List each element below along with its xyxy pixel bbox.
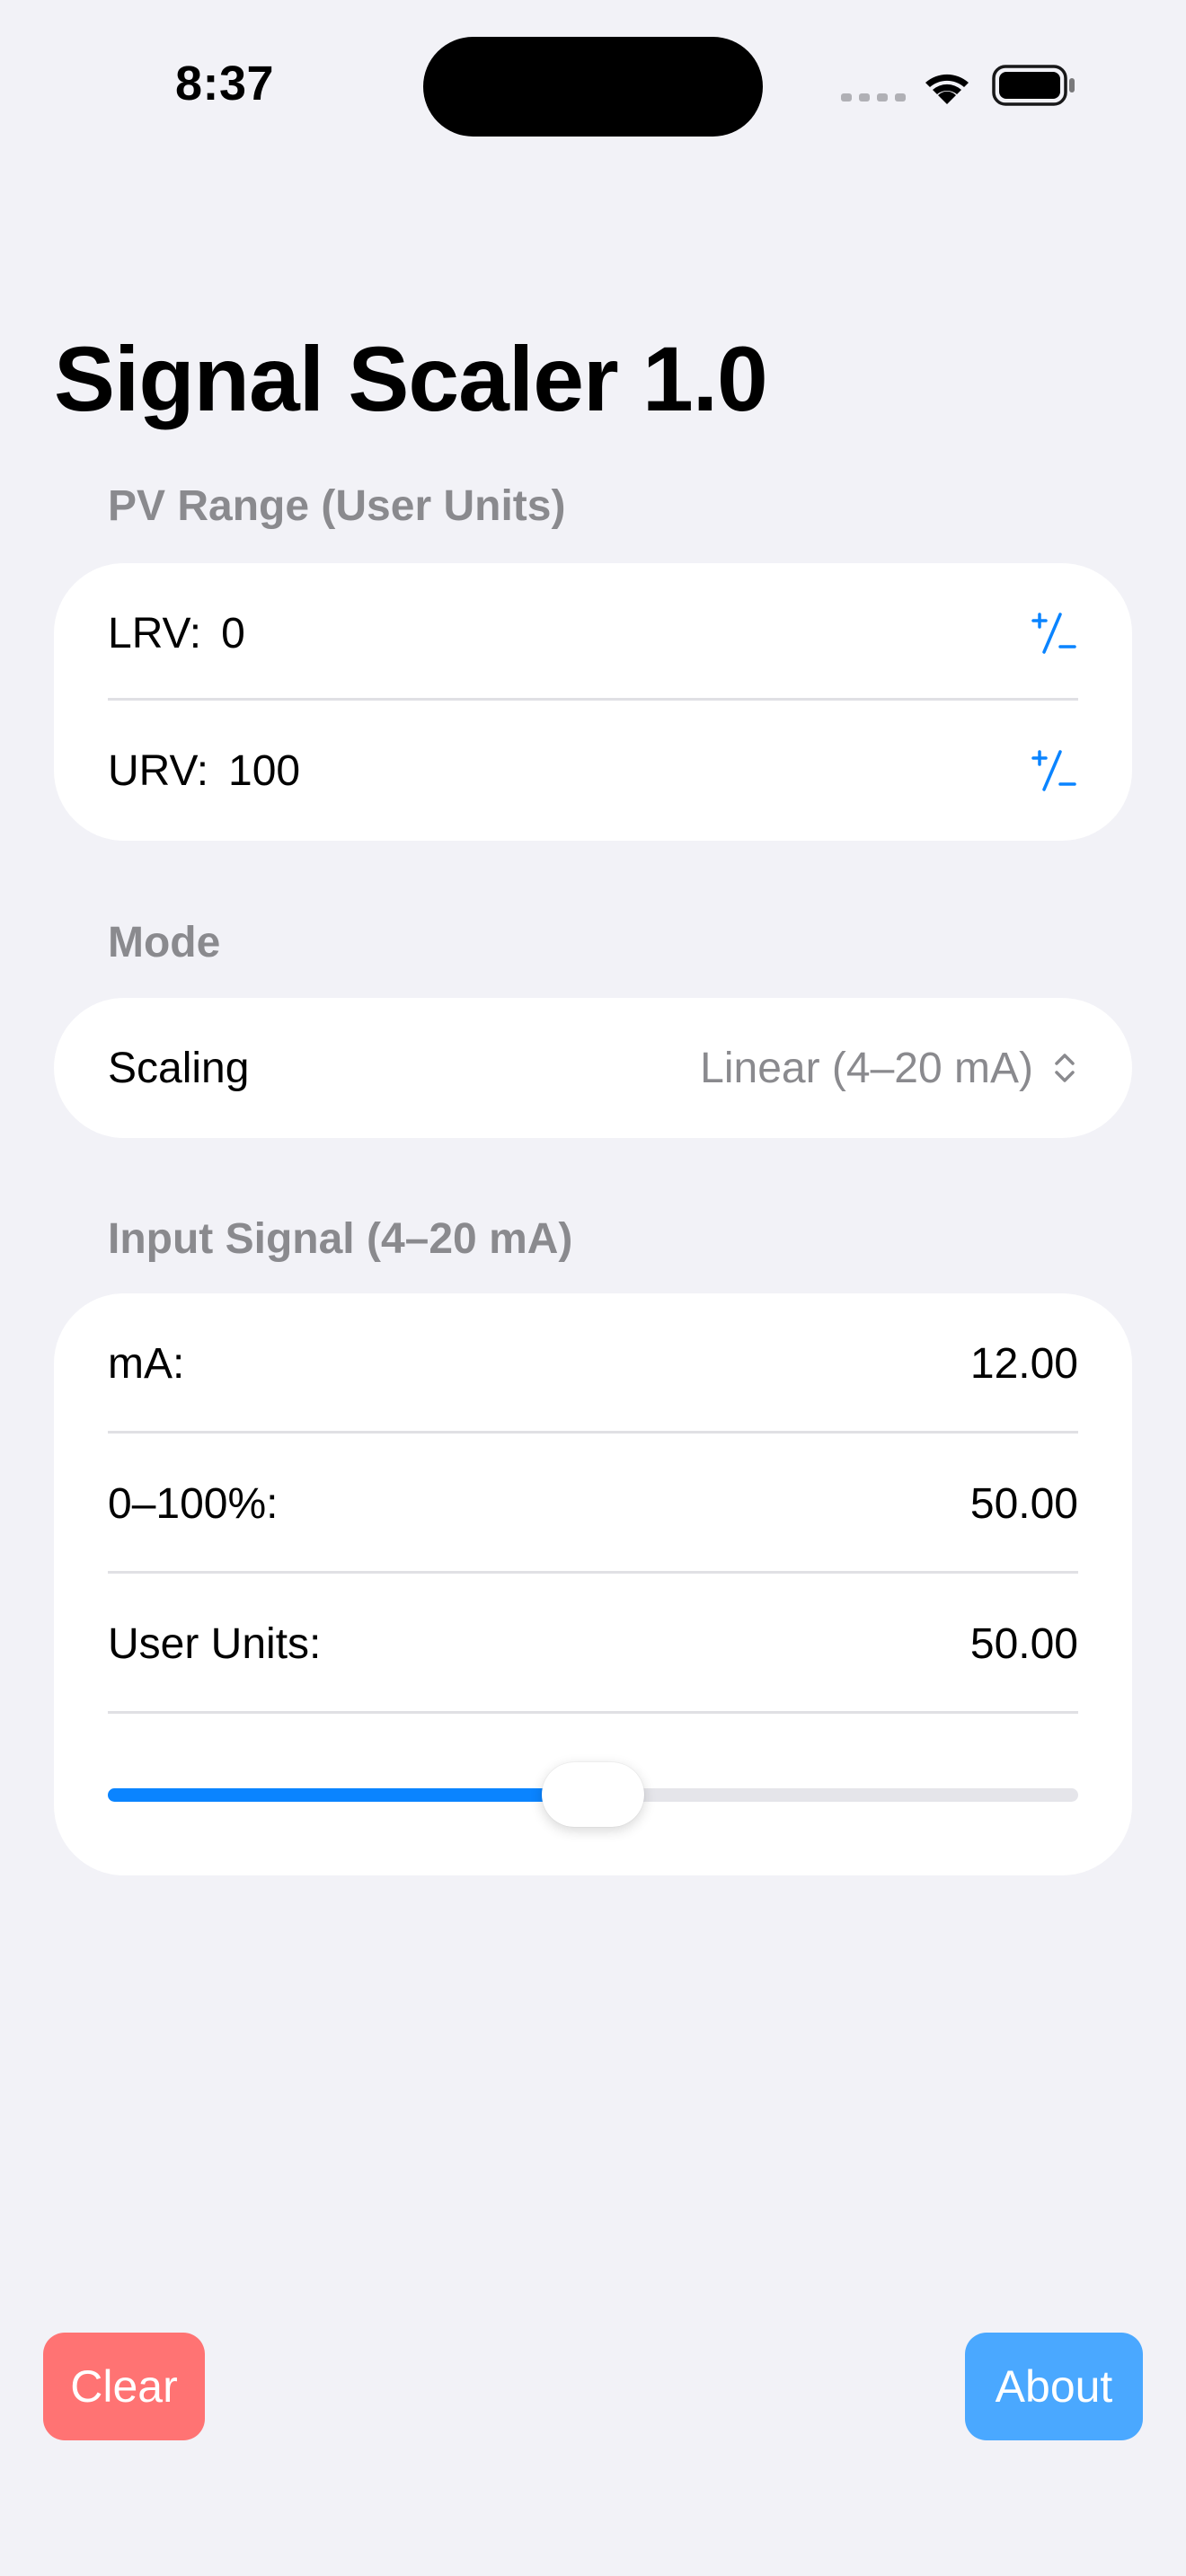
plus-minus-icon[interactable] — [1030, 609, 1078, 657]
lrv-label: LRV: — [108, 609, 202, 657]
user-units-row: User Units: 50.00 — [108, 1574, 1078, 1714]
percent-label: 0–100%: — [108, 1479, 279, 1528]
urv-input[interactable]: 100 — [228, 746, 300, 796]
lrv-row[interactable]: LRV: 0 — [108, 563, 1078, 703]
dynamic-island — [423, 37, 763, 137]
chevron-updown-icon — [1055, 1054, 1075, 1082]
slider-fill — [108, 1788, 593, 1802]
urv-label: URV: — [108, 746, 209, 795]
about-button[interactable]: About — [965, 2333, 1143, 2440]
status-icons — [839, 63, 1082, 111]
user-units-value: 50.00 — [969, 1619, 1078, 1668]
signal-slider[interactable] — [108, 1753, 1078, 1834]
scaling-label: Scaling — [108, 1044, 250, 1092]
slider-thumb[interactable] — [542, 1762, 644, 1827]
urv-row[interactable]: URV: 100 — [108, 701, 1078, 841]
ma-value: 12.00 — [969, 1339, 1078, 1388]
cellular-signal-icon — [841, 93, 906, 101]
scaling-value[interactable]: Linear (4–20 mA) — [700, 1044, 1033, 1093]
mode-card: Scaling Linear (4–20 mA) — [54, 998, 1132, 1138]
user-units-label: User Units: — [108, 1619, 322, 1668]
percent-value: 50.00 — [969, 1479, 1078, 1528]
mode-header: Mode — [108, 919, 221, 966]
input-signal-card: mA: 12.00 0–100%: 50.00 User Units: 50.0… — [54, 1293, 1132, 1875]
percent-row: 0–100%: 50.00 — [108, 1434, 1078, 1574]
status-time: 8:37 — [175, 57, 275, 110]
scaling-picker[interactable]: Scaling Linear (4–20 mA) — [108, 998, 1078, 1138]
pv-range-header: PV Range (User Units) — [108, 482, 566, 530]
input-signal-header: Input Signal (4–20 mA) — [108, 1215, 573, 1263]
clear-button[interactable]: Clear — [43, 2333, 205, 2440]
pv-range-card: LRV: 0 URV: 100 — [54, 563, 1132, 841]
page-title: Signal Scaler 1.0 — [54, 328, 768, 430]
plus-minus-icon[interactable] — [1030, 746, 1078, 795]
wifi-icon — [925, 74, 969, 104]
ma-label: mA: — [108, 1339, 185, 1388]
divider — [108, 1711, 1078, 1714]
lrv-input[interactable]: 0 — [221, 609, 245, 658]
ma-row: mA: 12.00 — [108, 1293, 1078, 1434]
battery-icon — [992, 65, 1075, 106]
